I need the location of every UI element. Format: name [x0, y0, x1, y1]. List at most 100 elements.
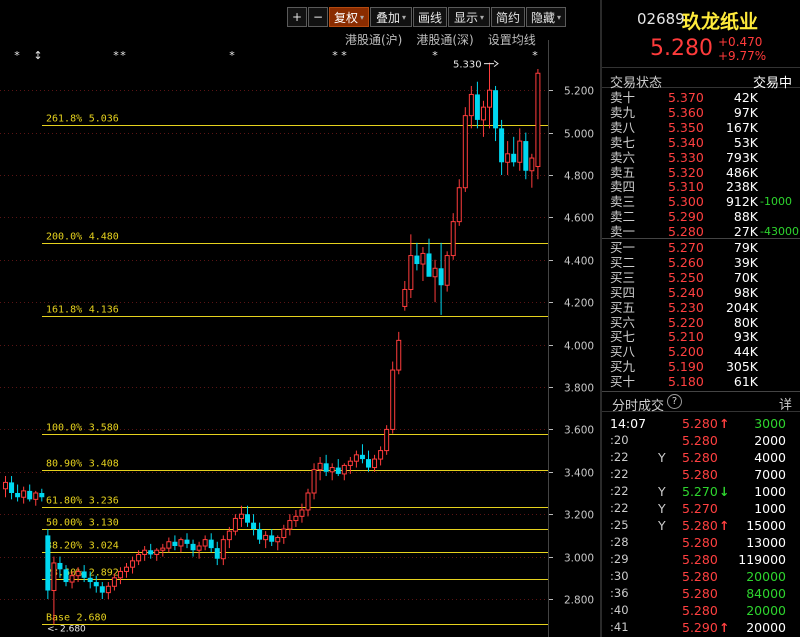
trade-row: :29 5.280 119000	[602, 551, 800, 568]
fib-percent: Base	[46, 613, 70, 624]
trade-state-row: 交易状态 交易中	[602, 71, 800, 91]
candle-body	[184, 539, 190, 544]
candlestick-chart[interactable]: 261.8% 5.036 200.0% 4.480 161.8% 4.136 100.0% 3…	[0, 0, 600, 637]
candle	[299, 503, 305, 523]
candle	[487, 62, 492, 129]
y-tick-label: 5.000	[564, 129, 594, 141]
toolbar-button-label: 隐藏	[530, 10, 555, 25]
level-price: 5.290	[668, 209, 704, 225]
orderbook-row[interactable]: 卖二 5.290 88K	[602, 209, 800, 224]
candle-body	[499, 128, 505, 163]
trade-flag: Y	[658, 518, 666, 533]
orderbook-row[interactable]: 买二 5.260 39K	[602, 255, 800, 270]
trade-time: :40	[610, 603, 629, 617]
orderbook-row[interactable]: 买十 5.180 61K	[602, 374, 800, 389]
candle-body	[323, 463, 329, 472]
candle-body	[366, 459, 371, 468]
candle-body	[190, 543, 196, 551]
toolbar-button-4[interactable]: 画线	[413, 7, 447, 27]
hk-connect-sh-link[interactable]: 港股通(沪)	[345, 31, 402, 48]
candle	[281, 524, 287, 544]
candle	[511, 136, 517, 167]
candle	[347, 456, 353, 474]
toolbar-button-5[interactable]: 显示 ▾	[448, 7, 490, 27]
toolbar-button-0[interactable]: +	[287, 7, 307, 27]
level-label: 卖四	[610, 179, 636, 195]
orderbook-row[interactable]: 买九 5.190 305K	[602, 359, 800, 374]
orderbook-row[interactable]: 卖一 5.280 27K -43000	[602, 224, 800, 239]
level-price: 5.300	[668, 194, 704, 210]
fib-percent: 61.80%	[46, 496, 82, 507]
orderbook-row[interactable]: 买七 5.210 93K	[602, 329, 800, 344]
trade-price: 5.270	[682, 501, 718, 516]
orderbook-row[interactable]: 卖三 5.300 912K -1000	[602, 194, 800, 209]
quote-panel: 02689 玖龙纸业 5.280 +0.470 +9.77% 交易状态 交易中 …	[602, 0, 800, 637]
trade-row: :20 5.280 2000	[602, 432, 800, 449]
level-volume: 88K	[733, 209, 758, 225]
level-price: 5.240	[668, 284, 704, 300]
candle-body	[87, 577, 93, 583]
orderbook-row[interactable]: 卖九 5.360 97K	[602, 105, 800, 120]
fib-value: 3.580	[89, 423, 119, 434]
orderbook-row[interactable]: 买三 5.250 70K	[602, 270, 800, 285]
trade-time: 14:07	[610, 416, 647, 431]
candle-body	[148, 550, 154, 555]
trade-time: :22	[610, 484, 629, 498]
candle	[27, 484, 33, 502]
candle	[438, 242, 444, 315]
toolbar-button-label: 显示	[453, 10, 478, 25]
orderbook-row[interactable]: 卖四 5.310 238K	[602, 179, 800, 194]
trade-volume: 1000	[754, 484, 786, 499]
orderbook-row[interactable]: 卖六 5.330 793K	[602, 150, 800, 165]
set-ma-link[interactable]: 设置均线	[488, 31, 536, 48]
orderbook-row[interactable]: 卖八 5.350 167K	[602, 120, 800, 135]
candle-body	[208, 539, 214, 549]
candle-body	[480, 106, 486, 121]
toolbar-button-label: −	[312, 10, 324, 24]
level-volume: 97K	[733, 104, 758, 120]
trade-volume: 20000	[746, 603, 786, 618]
event-marker-icon: *	[432, 49, 438, 62]
candle-body	[432, 267, 438, 278]
orderbook-row[interactable]: 买一 5.270 79K	[602, 240, 800, 255]
toolbar-button-7[interactable]: 隐藏 ▾	[526, 7, 566, 27]
level-volume: 53K	[733, 134, 758, 150]
candle-body	[99, 586, 105, 593]
caret-down-icon: ▾	[402, 12, 407, 22]
arrow-up-icon: ↑	[719, 518, 730, 533]
orderbook-row[interactable]: 买六 5.220 80K	[602, 315, 800, 330]
details-button[interactable]: 详	[779, 394, 792, 413]
trade-price: 5.280	[682, 569, 718, 584]
toolbar-button-label: 复权	[333, 10, 358, 25]
order-book-divider	[602, 238, 800, 239]
candle-body	[529, 157, 535, 172]
arrow-up-icon: ↑	[719, 416, 730, 431]
trade-time: :30	[610, 569, 629, 583]
toolbar-button-1[interactable]: −	[308, 7, 328, 27]
orderbook-row[interactable]: 卖五 5.320 486K	[602, 165, 800, 180]
candle-body	[281, 528, 287, 539]
help-icon[interactable]: ?	[667, 394, 682, 409]
candle-body	[420, 252, 426, 265]
level-label: 卖七	[610, 134, 636, 150]
y-tick-label: 3.800	[564, 383, 594, 395]
orderbook-row[interactable]: 卖七 5.340 53K	[602, 135, 800, 150]
orderbook-row[interactable]: 买五 5.230 204K	[602, 300, 800, 315]
candle-body	[335, 467, 341, 474]
hk-connect-sz-link[interactable]: 港股通(深)	[416, 31, 473, 48]
level-price: 5.250	[668, 269, 704, 285]
candle	[499, 119, 505, 175]
toolbar-button-2[interactable]: 复权 ▾	[329, 7, 369, 27]
toolbar-button-3[interactable]: 叠加 ▾	[370, 7, 412, 27]
orderbook-row[interactable]: 卖十 5.370 42K	[602, 90, 800, 105]
fib-label: 38.20% 3.024	[46, 541, 119, 552]
candle-body	[353, 454, 359, 462]
toolbar-button-6[interactable]: 简约	[491, 7, 525, 27]
level-label: 买五	[610, 299, 636, 315]
orderbook-row[interactable]: 买四 5.240 98K	[602, 285, 800, 300]
candle	[366, 450, 371, 472]
orderbook-row[interactable]: 买八 5.200 44K	[602, 344, 800, 359]
candle	[305, 488, 311, 517]
candle-body	[462, 115, 468, 189]
trade-price: 5.280	[682, 552, 718, 567]
